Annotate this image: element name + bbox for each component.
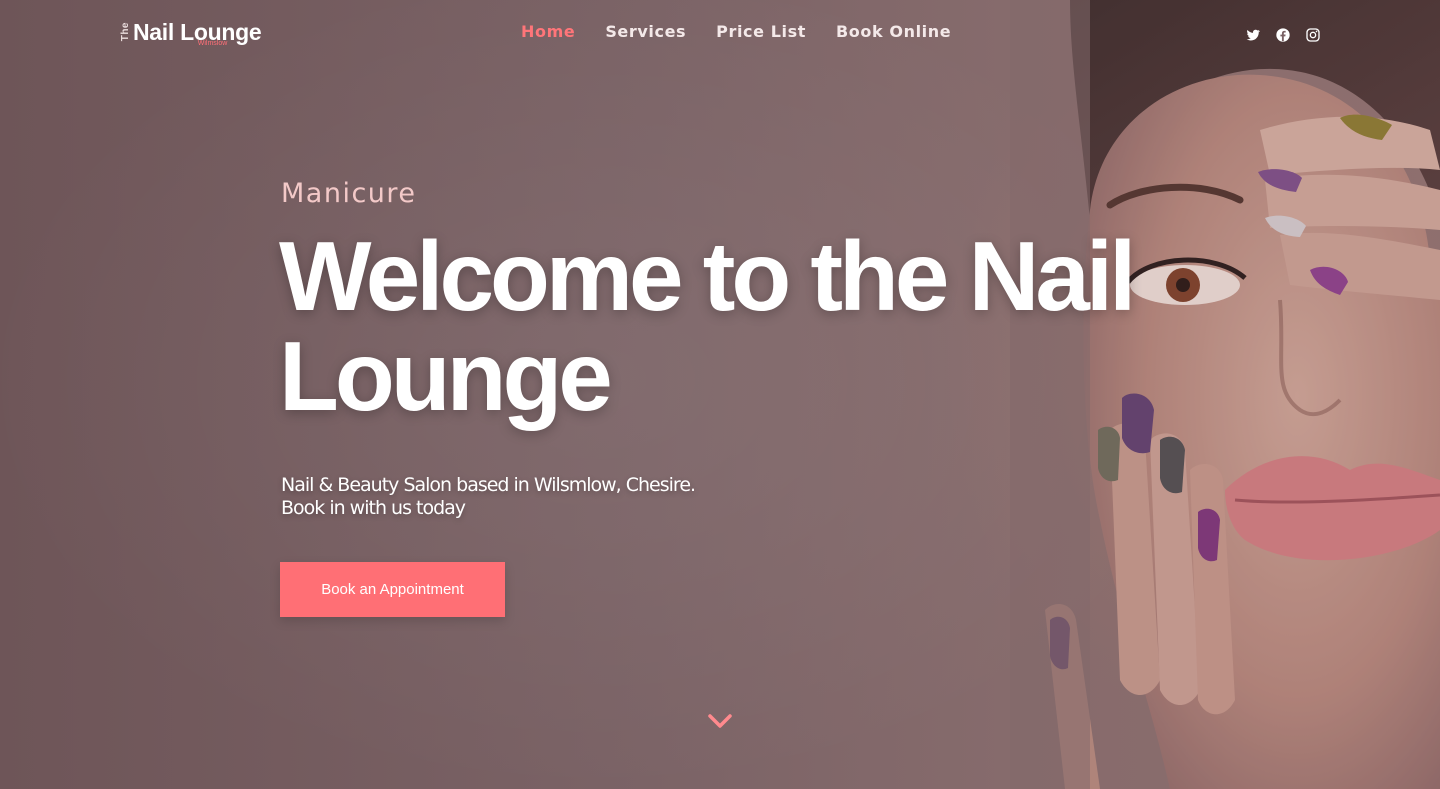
- hero-subtitle-line-2: Book in with us today: [281, 497, 466, 519]
- logo-subtitle: Wilmslow: [197, 40, 228, 47]
- nav-book-online[interactable]: Book Online: [836, 22, 951, 41]
- hero-subtitle-line-1: Nail & Beauty Salon based in Wilsmlow, C…: [281, 474, 696, 496]
- chevron-down-icon[interactable]: [707, 712, 733, 732]
- instagram-icon[interactable]: [1305, 27, 1321, 43]
- social-links: [1245, 27, 1321, 43]
- nav-home[interactable]: Home: [521, 22, 575, 41]
- main-nav: Home Services Price List Book Online: [521, 22, 981, 41]
- twitter-icon[interactable]: [1245, 27, 1261, 43]
- logo-wordmark: Nail Lounge Wilmslow: [133, 18, 262, 47]
- site-logo[interactable]: The Nail Lounge Wilmslow: [120, 18, 262, 52]
- hero-eyebrow: Manicure: [281, 178, 417, 209]
- hero-subtitle: Nail & Beauty Salon based in Wilsmlow, C…: [281, 474, 801, 520]
- hero-section: The Nail Lounge Wilmslow Home Services P…: [0, 0, 1440, 789]
- hero-headline: Welcome to the Nail Lounge: [279, 221, 1136, 431]
- nav-price-list[interactable]: Price List: [716, 22, 806, 41]
- logo-prefix: The: [120, 22, 131, 42]
- nav-services[interactable]: Services: [605, 22, 686, 41]
- book-appointment-button[interactable]: Book an Appointment: [280, 562, 505, 617]
- facebook-icon[interactable]: [1275, 27, 1291, 43]
